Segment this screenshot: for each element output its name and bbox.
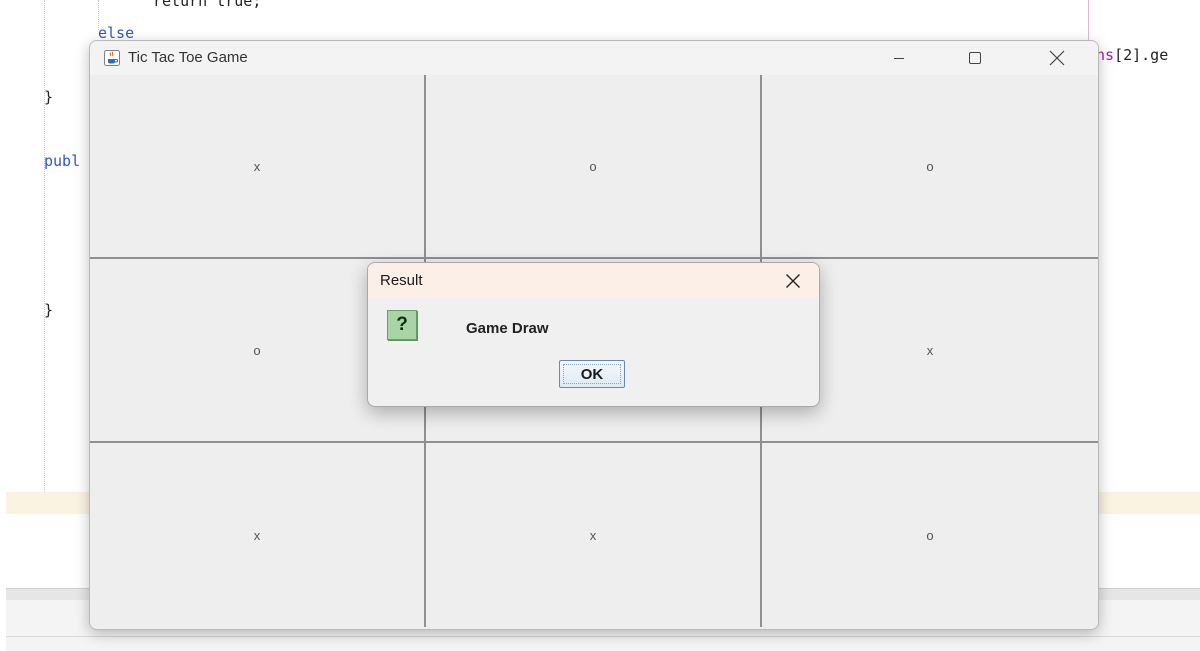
ok-button[interactable]: OK xyxy=(559,360,625,388)
result-dialog: Result ? Game Draw OK xyxy=(367,262,820,407)
dialog-close-button[interactable] xyxy=(770,263,816,298)
code-line-public: publ xyxy=(44,152,81,170)
editor-right-margin xyxy=(1088,0,1089,40)
code-fragment-suffix: [2].ge xyxy=(1114,46,1169,64)
close-icon xyxy=(1049,50,1065,66)
window-titlebar[interactable]: Tic Tac Toe Game xyxy=(90,41,1098,75)
board-cell-0-1[interactable]: o xyxy=(426,75,762,259)
board-cell-2-1[interactable]: x xyxy=(426,443,762,627)
window-title: Tic Tac Toe Game xyxy=(128,49,248,66)
question-mark-icon: ? xyxy=(387,310,417,340)
close-button[interactable] xyxy=(1034,41,1080,75)
code-right-fragment: ns[2].ge xyxy=(1096,46,1168,64)
code-line-closing-brace: } xyxy=(44,88,54,106)
board-cell-0-0[interactable]: x xyxy=(90,75,426,259)
dialog-titlebar[interactable]: Result xyxy=(368,263,819,298)
board-cell-0-2[interactable]: o xyxy=(762,75,1098,259)
board-cell-2-0[interactable]: x xyxy=(90,443,426,627)
dialog-title: Result xyxy=(380,272,423,289)
screen: return true; else } publ } ns[2].ge Tic … xyxy=(0,0,1200,651)
bottom-panel-divider xyxy=(6,636,1200,637)
java-cup-icon xyxy=(104,50,120,66)
maximize-icon xyxy=(969,52,981,64)
maximize-button[interactable] xyxy=(952,41,998,75)
code-line-return: return true; xyxy=(153,0,262,10)
indent-guide xyxy=(44,0,45,500)
minimize-button[interactable] xyxy=(876,41,922,75)
focus-ring xyxy=(563,364,621,384)
board-cell-2-2[interactable]: o xyxy=(762,443,1098,627)
dialog-message: Game Draw xyxy=(466,320,549,337)
minimize-icon xyxy=(894,58,904,59)
close-icon xyxy=(786,273,800,288)
code-line-closing-brace: } xyxy=(44,301,54,319)
